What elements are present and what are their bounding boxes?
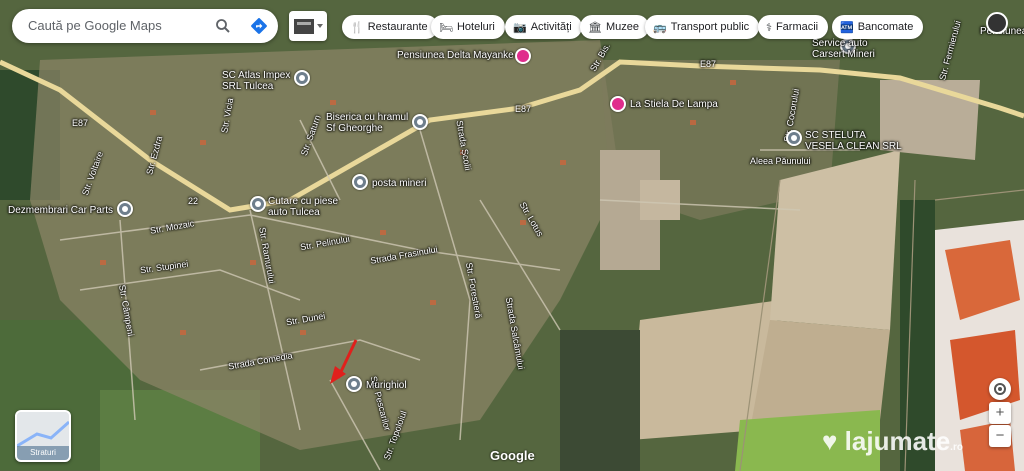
hotel-icon: 🛏 xyxy=(439,21,453,34)
hotel-pin[interactable] xyxy=(610,96,626,112)
place-label-atlas[interactable]: SC Atlas Impex SRL Tulcea xyxy=(222,70,302,92)
chip-activities[interactable]: 📷 Activități xyxy=(505,15,582,39)
hotel-pin[interactable] xyxy=(515,48,531,64)
chip-restaurants[interactable]: 🍴 Restaurante xyxy=(342,15,438,39)
bus-icon: 🚌 xyxy=(653,21,667,34)
pharmacy-icon: ⚕ xyxy=(766,21,772,34)
chip-hotels[interactable]: 🛏 Hoteluri xyxy=(431,15,505,39)
place-label-steluta[interactable]: SC STELUTA VESELA CLEAN SRL xyxy=(805,130,905,152)
layers-button[interactable]: Straturi xyxy=(15,410,71,462)
place-label-biserica[interactable]: Biserica cu hramul Sf Gheorghe xyxy=(326,112,410,134)
heart-hand-icon: ♥ xyxy=(822,426,838,456)
chip-pharmacies[interactable]: ⚕ Farmacii xyxy=(758,15,829,39)
my-location-button[interactable] xyxy=(989,378,1011,400)
place-label-stiela[interactable]: La Stiela De Lampa xyxy=(630,99,718,110)
road-label: E87 xyxy=(72,118,89,128)
road-label: E87 xyxy=(700,59,717,69)
road-label: 22 xyxy=(188,196,199,206)
place-pin[interactable] xyxy=(352,174,368,190)
place-label-posta[interactable]: posta mineri xyxy=(372,178,426,189)
place-pin[interactable] xyxy=(117,201,133,217)
place-pin[interactable] xyxy=(786,130,802,146)
google-attribution: Google xyxy=(490,448,535,463)
place-pin[interactable] xyxy=(346,376,362,392)
place-label-murighiol[interactable]: Murighiol xyxy=(366,380,407,391)
chip-museums[interactable]: 🏛 Muzee xyxy=(580,15,649,39)
museum-icon: 🏛 xyxy=(588,21,602,34)
directions-icon[interactable] xyxy=(250,17,268,35)
camera-icon: 📷 xyxy=(513,21,527,34)
location-target-icon xyxy=(994,383,1006,395)
street-label: Aleea Păunului xyxy=(750,156,811,166)
church-pin[interactable] xyxy=(412,114,428,130)
layers-label: Straturi xyxy=(30,448,56,457)
layer-toggle-button[interactable] xyxy=(289,11,327,41)
satellite-map[interactable]: E87 E87 E87 22 Str. Voltaire Str. Ezdra … xyxy=(0,0,1024,471)
chip-transit[interactable]: 🚌 Transport public xyxy=(645,15,760,39)
restaurant-icon: 🍴 xyxy=(350,21,364,34)
search-box[interactable] xyxy=(12,9,278,43)
chip-atms[interactable]: 🏧 Bancomate xyxy=(832,15,924,39)
place-label-pensiunea[interactable]: Pensiunea Delta Mayanke xyxy=(397,50,514,61)
map-layer-icon xyxy=(294,19,323,34)
search-icon[interactable] xyxy=(214,17,232,35)
zoom-in-button[interactable]: + xyxy=(989,402,1011,424)
place-label-dezmembrari[interactable]: Dezmembrari Car Parts xyxy=(8,205,113,216)
atm-icon: 🏧 xyxy=(840,21,854,34)
place-label-cutare[interactable]: Cutare cu piese auto Tulcea xyxy=(268,196,348,218)
lajumate-watermark: ♥ lajumate.ro xyxy=(822,426,963,456)
place-pin[interactable] xyxy=(250,196,266,212)
road-label: E87 xyxy=(515,104,532,114)
avatar[interactable] xyxy=(986,12,1008,34)
zoom-out-button[interactable]: − xyxy=(989,425,1011,447)
search-input[interactable] xyxy=(26,17,210,34)
place-label-service[interactable]: Service auto Carsert Mineri xyxy=(812,38,892,60)
